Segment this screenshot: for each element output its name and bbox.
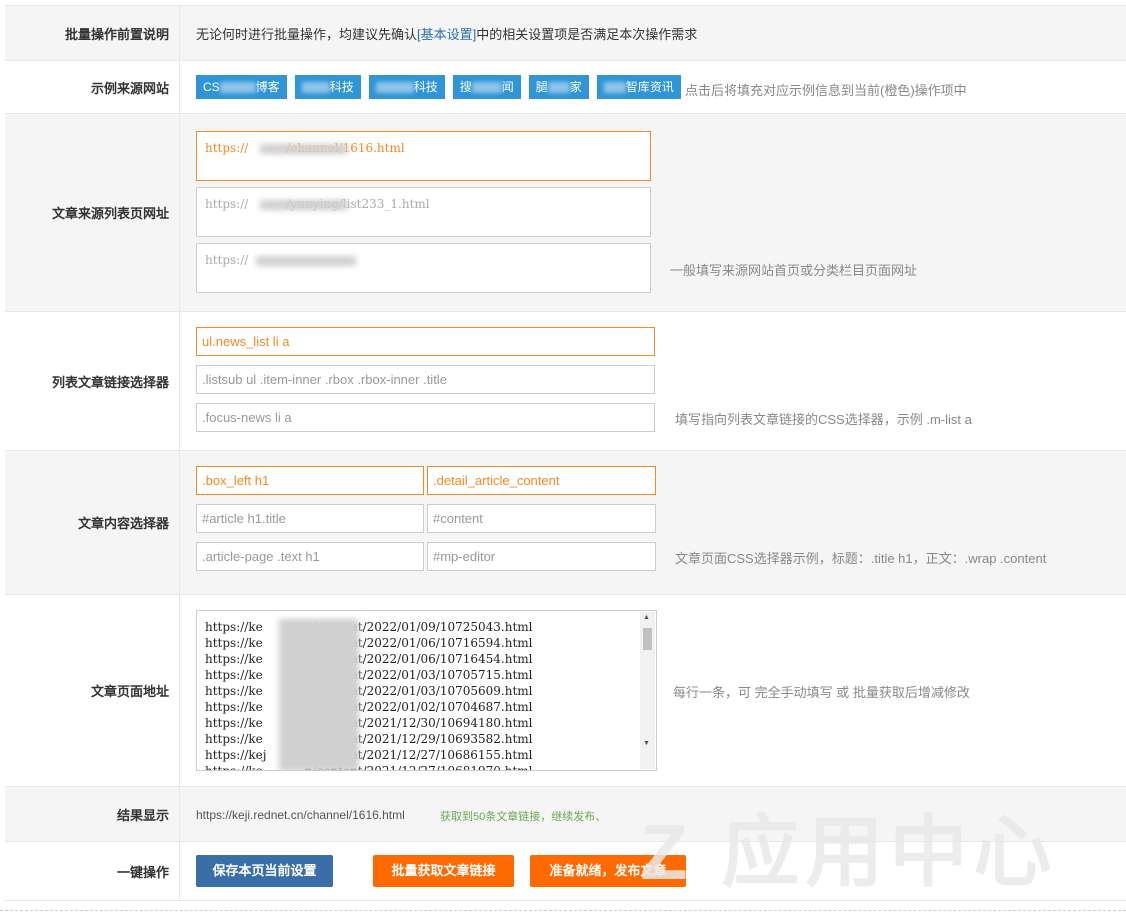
- content-selector-hint: 文章页面CSS选择器示例，标题：.title h1，正文：.wrap .cont…: [675, 551, 1047, 566]
- sample-site-tag[interactable]: 智库资讯: [596, 75, 681, 99]
- list-url-input-2[interactable]: [196, 187, 651, 237]
- row-article-urls: 文章页面地址 https://ke n/content/2022/01/09/1…: [5, 595, 1126, 787]
- precheck-text-after: 中的相关设置项是否满足本次操作需求: [476, 26, 698, 42]
- row-label: 批量操作前置说明: [5, 6, 180, 60]
- basic-settings-link[interactable]: [基本设置]: [417, 27, 476, 42]
- article-url-textarea[interactable]: https://ke n/content/2022/01/09/10725043…: [196, 610, 657, 771]
- scroll-down-icon[interactable]: ▼: [643, 740, 650, 747]
- save-settings-button[interactable]: 保存本页当前设置: [196, 855, 333, 887]
- publish-button[interactable]: 准备就绪，发布文章: [530, 855, 686, 887]
- row-content: ul.news_list li a .listsub ul .item-inne…: [180, 312, 1126, 450]
- row-link-selector: 列表文章链接选择器 ul.news_list li a .listsub ul …: [5, 312, 1126, 451]
- content-selector-input-2[interactable]: #content: [427, 504, 656, 533]
- sample-site-list: CS 博客 科技 科技 搜闻 腿家 智库资讯: [196, 75, 681, 99]
- row-content: 保存本页当前设置 批量获取文章链接 准备就绪，发布文章: [180, 842, 1126, 900]
- scrollbar[interactable]: ▲ ▼: [640, 612, 655, 769]
- precheck-text-before: 无论何时进行批量操作，均建议先确认: [196, 26, 418, 42]
- fetch-links-button[interactable]: 批量获取文章链接: [373, 855, 514, 887]
- row-list-url: 文章来源列表页网址 一般填写来源网站首页或分类栏目页面网址: [5, 114, 1126, 312]
- row-content: 一般填写来源网站首页或分类栏目页面网址: [180, 114, 1126, 311]
- row-label: 结果显示: [5, 787, 180, 841]
- list-url-input-1[interactable]: [196, 131, 651, 181]
- row-content: 无论何时进行批量操作，均建议先确认[基本设置]中的相关设置项是否满足本次操作需求: [180, 6, 1126, 60]
- sample-site-tag[interactable]: 搜闻: [452, 75, 521, 99]
- row-content: CS 博客 科技 科技 搜闻 腿家 智库资讯 点击后将填充对应示例信息到当前(橙色…: [180, 61, 1126, 113]
- row-label: 示例来源网站: [5, 61, 180, 113]
- row-label: 文章来源列表页网址: [5, 114, 180, 311]
- sample-site-tag[interactable]: 腿家: [528, 75, 589, 99]
- row-samples: 示例来源网站 CS 博客 科技 科技 搜闻 腿家 智库资讯 点击后将填充对应示例信…: [5, 61, 1126, 114]
- sample-site-tag[interactable]: CS 博客: [196, 75, 287, 99]
- row-label: 文章页面地址: [5, 595, 180, 786]
- sample-site-tag[interactable]: 科技: [294, 75, 361, 99]
- row-content-selector: 文章内容选择器 .box_left h1 .detail_article_con…: [5, 451, 1126, 595]
- list-url-hint: 一般填写来源网站首页或分类栏目页面网址: [670, 263, 918, 278]
- link-selector-hint: 填写指向列表文章链接的CSS选择器，示例 .m-list a: [675, 412, 972, 427]
- title-selector-input-2[interactable]: #article h1.title: [196, 504, 424, 533]
- sample-site-tag[interactable]: 科技: [368, 75, 445, 99]
- row-label: 文章内容选择器: [5, 451, 180, 594]
- article-url-lines: https://ke n/content/2022/01/09/10725043…: [205, 620, 533, 771]
- link-selector-input-3[interactable]: .focus-news li a: [196, 403, 655, 432]
- row-precheck: 批量操作前置说明 无论何时进行批量操作，均建议先确认[基本设置]中的相关设置项是…: [5, 6, 1126, 61]
- result-status: 获取到50条文章链接，继续发布、: [440, 811, 607, 823]
- row-actions: 一键操作 保存本页当前设置 批量获取文章链接 准备就绪，发布文章: [5, 842, 1126, 901]
- content-selector-input-3[interactable]: #mp-editor: [427, 542, 656, 571]
- samples-hint: 点击后将填充对应示例信息到当前(橙色)操作项中: [685, 83, 967, 98]
- title-selector-input-1[interactable]: .box_left h1: [196, 466, 424, 495]
- content-selector-input-1[interactable]: .detail_article_content: [427, 466, 656, 495]
- title-selector-input-3[interactable]: .article-page .text h1: [196, 542, 424, 571]
- row-label: 一键操作: [5, 842, 180, 900]
- scroll-up-icon[interactable]: ▲: [643, 614, 650, 621]
- row-content: https://keji.rednet.cn/channel/1616.html…: [180, 787, 1126, 841]
- list-url-input-3[interactable]: [196, 243, 651, 293]
- result-url: https://keji.rednet.cn/channel/1616.html: [196, 808, 405, 822]
- row-content: https://ke n/content/2022/01/09/10725043…: [180, 595, 1126, 786]
- bottom-divider: [0, 910, 1126, 911]
- row-content: .box_left h1 .detail_article_content #ar…: [180, 451, 1126, 594]
- scrollbar-thumb[interactable]: [643, 628, 652, 650]
- link-selector-input-1[interactable]: ul.news_list li a: [196, 327, 655, 356]
- settings-form: 批量操作前置说明 无论何时进行批量操作，均建议先确认[基本设置]中的相关设置项是…: [5, 5, 1126, 901]
- article-urls-hint: 每行一条，可 完全手动填写 或 批量获取后增减修改: [673, 685, 970, 700]
- row-label: 列表文章链接选择器: [5, 312, 180, 450]
- row-result: 结果显示 https://keji.rednet.cn/channel/1616…: [5, 787, 1126, 842]
- precheck-note: 无论何时进行批量操作，均建议先确认[基本设置]中的相关设置项是否满足本次操作需求: [196, 24, 697, 43]
- link-selector-input-2[interactable]: .listsub ul .item-inner .rbox .rbox-inne…: [196, 365, 655, 394]
